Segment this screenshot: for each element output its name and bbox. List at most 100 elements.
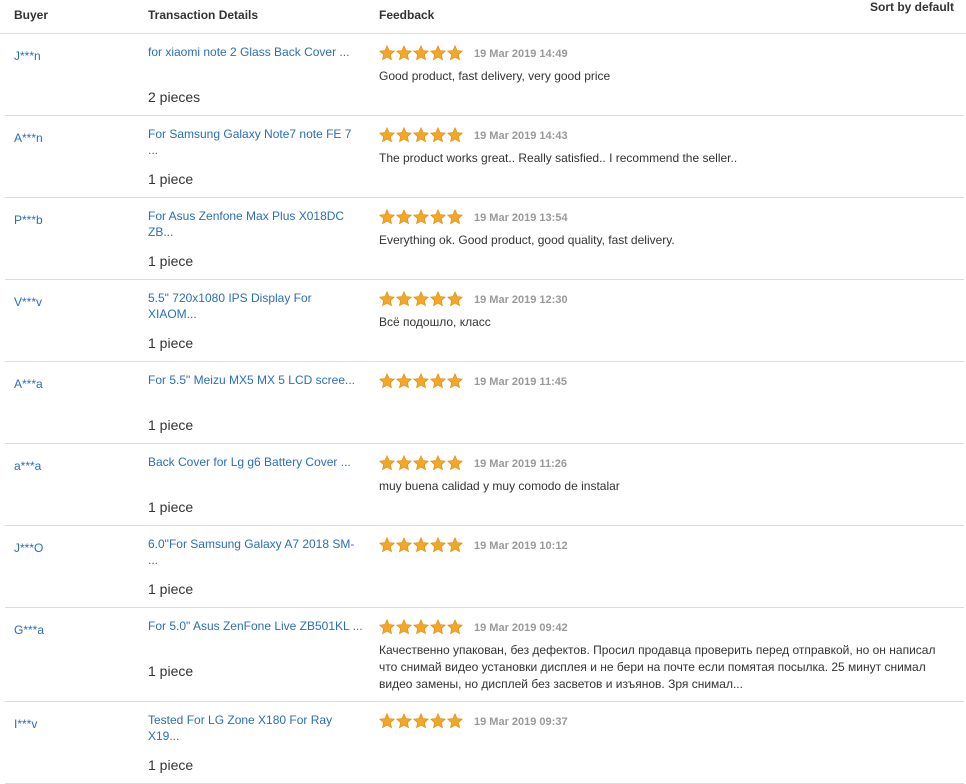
buyer-name-link[interactable]: P***b — [14, 213, 43, 227]
star-icon — [379, 45, 395, 61]
feedback-date: 19 Mar 2019 09:37 — [474, 716, 568, 728]
star-icon — [396, 45, 412, 61]
star-rating — [379, 291, 463, 308]
star-icon — [447, 455, 463, 471]
star-rating — [379, 537, 463, 554]
feedback-date: 19 Mar 2019 14:49 — [474, 48, 568, 60]
star-icon — [447, 127, 463, 143]
star-rating — [379, 209, 463, 226]
star-icon — [447, 713, 463, 729]
star-icon — [396, 291, 412, 307]
star-icon — [413, 373, 429, 389]
feedback-text: The product works great.. Really satisfi… — [379, 151, 738, 165]
star-icon — [413, 713, 429, 729]
quantity-text: 1 piece — [148, 581, 194, 597]
buyer-name-link[interactable]: I***v — [14, 717, 37, 731]
buyer-name-link[interactable]: a***a — [14, 459, 41, 473]
sort-dropdown[interactable]: Sort by default — [870, 0, 954, 14]
product-title-link[interactable]: For Asus Zenfone Max Plus X018DC ZB... — [148, 208, 363, 240]
star-icon — [413, 127, 429, 143]
product-title-link[interactable]: Tested For LG Zone X180 For Ray X19... — [148, 712, 363, 744]
column-header-transaction-details: Transaction Details — [148, 8, 259, 22]
star-icon — [447, 537, 463, 553]
feedback-date: 19 Mar 2019 14:43 — [474, 130, 568, 142]
quantity-text: 1 piece — [148, 171, 194, 187]
buyer-name-link[interactable]: J***n — [14, 49, 41, 63]
star-icon — [430, 45, 446, 61]
star-icon — [430, 291, 446, 307]
feedback-date: 19 Mar 2019 10:12 — [474, 540, 568, 552]
star-icon — [379, 619, 395, 635]
feedback-text: Качественно упакован, без дефектов. Прос… — [379, 643, 936, 691]
table-header: Buyer Transaction Details Feedback Sort … — [0, 0, 966, 34]
column-header-feedback: Feedback — [379, 8, 435, 22]
quantity-text: 1 piece — [148, 663, 194, 679]
star-icon — [447, 45, 463, 61]
buyer-name-link[interactable]: G***a — [14, 623, 44, 637]
star-icon — [396, 455, 412, 471]
product-title-link[interactable]: For 5.0" Asus ZenFone Live ZB501KL ... — [148, 618, 363, 634]
buyer-name-link[interactable]: J***O — [14, 541, 43, 555]
star-icon — [447, 619, 463, 635]
feedback-date: 19 Mar 2019 11:45 — [474, 376, 567, 388]
feedback-date: 19 Mar 2019 13:54 — [474, 212, 568, 224]
star-icon — [430, 455, 446, 471]
star-icon — [447, 373, 463, 389]
product-title-link[interactable]: Back Cover for Lg g6 Battery Cover ... — [148, 454, 363, 470]
star-icon — [379, 209, 395, 225]
buyer-name-link[interactable]: A***a — [14, 377, 43, 391]
quantity-text: 1 piece — [148, 499, 194, 515]
buyer-name-link[interactable]: A***n — [14, 131, 43, 145]
feedback-text: Everything ok. Good product, good qualit… — [379, 233, 675, 247]
star-rating — [379, 373, 463, 390]
table-row: J***O 6.0"For Samsung Galaxy A7 2018 SM- … — [5, 526, 964, 608]
star-icon — [413, 45, 429, 61]
quantity-text: 1 piece — [148, 253, 194, 269]
table-row: A***n For Samsung Galaxy Note7 note FE 7 … — [5, 116, 964, 198]
star-icon — [413, 537, 429, 553]
star-rating — [379, 127, 463, 144]
product-title-link[interactable]: 6.0"For Samsung Galaxy A7 2018 SM- ... — [148, 536, 363, 568]
product-title-link[interactable]: 5.5" 720x1080 IPS Display For XIAOM... — [148, 290, 363, 322]
quantity-text: 1 piece — [148, 757, 194, 773]
star-icon — [413, 619, 429, 635]
feedback-text: Всё подошло, класс — [379, 315, 491, 329]
feedback-date: 19 Mar 2019 09:42 — [474, 622, 568, 634]
star-icon — [413, 291, 429, 307]
product-title-link[interactable]: for xiaomi note 2 Glass Back Cover ... — [148, 44, 363, 60]
star-icon — [379, 537, 395, 553]
star-icon — [430, 713, 446, 729]
star-rating — [379, 713, 463, 730]
table-row: A***a For 5.5" Meizu MX5 MX 5 LCD scree..… — [5, 362, 964, 444]
star-icon — [430, 373, 446, 389]
star-icon — [379, 455, 395, 471]
star-icon — [396, 373, 412, 389]
star-icon — [379, 373, 395, 389]
table-row: a***a Back Cover for Lg g6 Battery Cover … — [5, 444, 964, 526]
star-icon — [396, 127, 412, 143]
star-rating — [379, 619, 463, 636]
star-icon — [430, 619, 446, 635]
feedback-text: Good product, fast delivery, very good p… — [379, 69, 611, 83]
feedback-date: 19 Mar 2019 12:30 — [474, 294, 568, 306]
star-rating — [379, 455, 463, 472]
star-icon — [396, 537, 412, 553]
table-row: J***n for xiaomi note 2 Glass Back Cover … — [5, 34, 964, 116]
table-row: V***v 5.5" 720x1080 IPS Display For XIAOM… — [5, 280, 964, 362]
star-icon — [396, 619, 412, 635]
quantity-text: 1 piece — [148, 417, 194, 433]
star-icon — [396, 713, 412, 729]
quantity-text: 2 pieces — [148, 89, 201, 105]
star-icon — [447, 209, 463, 225]
column-header-buyer: Buyer — [14, 8, 49, 22]
star-icon — [379, 127, 395, 143]
buyer-name-link[interactable]: V***v — [14, 295, 42, 309]
star-icon — [430, 209, 446, 225]
product-title-link[interactable]: For Samsung Galaxy Note7 note FE 7 ... — [148, 126, 363, 158]
star-icon — [379, 713, 395, 729]
star-icon — [413, 209, 429, 225]
feedback-date: 19 Mar 2019 11:26 — [474, 458, 567, 470]
product-title-link[interactable]: For 5.5" Meizu MX5 MX 5 LCD scree... — [148, 372, 363, 388]
star-icon — [447, 291, 463, 307]
table-row: I***v Tested For LG Zone X180 For Ray X19… — [5, 702, 964, 784]
